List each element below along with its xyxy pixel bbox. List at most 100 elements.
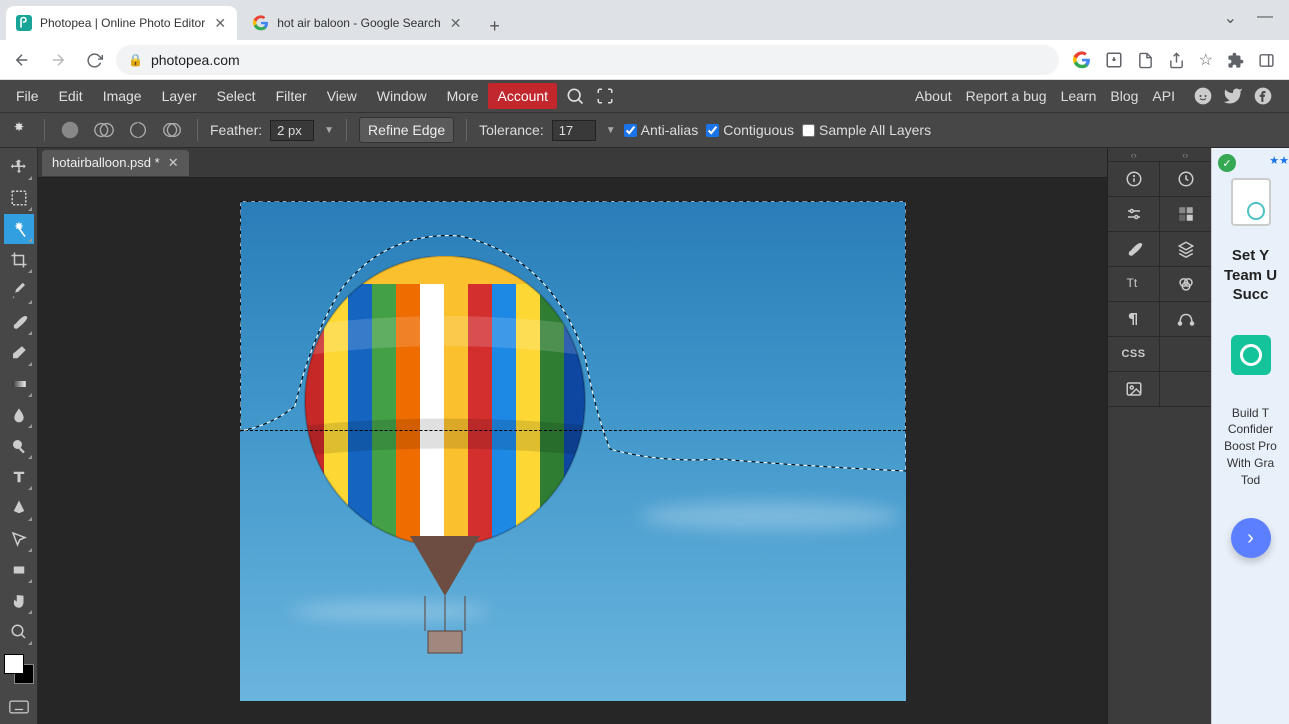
panel-collapse-icon[interactable]: ‹›	[1131, 150, 1137, 160]
google-icon[interactable]	[1073, 51, 1091, 69]
swatches-panel-icon[interactable]	[1159, 197, 1211, 231]
ad-logo-icon	[1231, 335, 1271, 375]
menu-edit[interactable]: Edit	[49, 82, 93, 110]
canvas[interactable]	[240, 201, 906, 701]
feather-input[interactable]	[270, 120, 314, 141]
close-icon[interactable]: ✕	[168, 155, 179, 171]
tab-google[interactable]: hot air baloon - Google Search ✕	[243, 6, 472, 40]
url-field[interactable]: 🔒 photopea.com	[116, 45, 1059, 75]
reload-button[interactable]	[80, 46, 108, 74]
fullscreen-icon[interactable]	[593, 84, 617, 108]
ad-check-icon: ✓	[1218, 154, 1236, 172]
blur-tool[interactable]	[4, 400, 34, 430]
menu-layer[interactable]: Layer	[152, 82, 207, 110]
brush-tool[interactable]	[4, 307, 34, 337]
document-tab-label: hotairballoon.psd *	[52, 155, 160, 170]
menu-file[interactable]: File	[6, 82, 49, 110]
paths-panel-icon[interactable]	[1159, 302, 1211, 336]
social-icons	[1193, 86, 1273, 106]
photopea-app: File Edit Image Layer Select Filter View…	[0, 80, 1289, 724]
foreground-color-swatch[interactable]	[4, 654, 24, 674]
account-button[interactable]: Account	[488, 83, 557, 109]
image-panel-icon[interactable]	[1108, 372, 1159, 406]
feather-dropdown-icon[interactable]: ▼	[324, 125, 334, 136]
back-button[interactable]	[8, 46, 36, 74]
brush-panel-icon[interactable]	[1108, 232, 1159, 266]
search-icon[interactable]	[563, 84, 587, 108]
move-tool[interactable]	[4, 152, 34, 182]
selection-new-icon[interactable]	[57, 117, 83, 143]
keyboard-icon[interactable]	[4, 692, 34, 722]
lock-icon: 🔒	[128, 53, 143, 67]
menu-image[interactable]: Image	[93, 82, 152, 110]
history-panel-icon[interactable]	[1159, 162, 1211, 196]
type-tool[interactable]	[4, 462, 34, 492]
close-icon[interactable]: ✕	[213, 16, 227, 30]
menu-select[interactable]: Select	[207, 82, 266, 110]
menu-window[interactable]: Window	[367, 82, 437, 110]
canvas-area[interactable]	[38, 178, 1107, 724]
menu-filter[interactable]: Filter	[266, 82, 317, 110]
link-report[interactable]: Report a bug	[966, 88, 1047, 104]
crop-tool[interactable]	[4, 245, 34, 275]
eraser-tool[interactable]	[4, 338, 34, 368]
install-icon[interactable]	[1105, 51, 1123, 69]
facebook-icon[interactable]	[1253, 86, 1273, 106]
extensions-icon[interactable]	[1227, 52, 1244, 69]
antialias-checkbox[interactable]: Anti-alias	[624, 122, 699, 138]
tolerance-input[interactable]	[552, 120, 596, 141]
ad-headline: Set Y Team U Succ	[1224, 246, 1277, 305]
menubar: File Edit Image Layer Select Filter View…	[0, 80, 1289, 112]
dodge-tool[interactable]	[4, 431, 34, 461]
file-icon[interactable]	[1137, 52, 1154, 69]
ad-panel: ✓ ★★ Set Y Team U Succ Build T Confider …	[1211, 148, 1289, 724]
sample-all-checkbox[interactable]: Sample All Layers	[802, 122, 931, 138]
selection-intersect-icon[interactable]	[159, 117, 185, 143]
panel-icon[interactable]	[1258, 52, 1275, 69]
eyedropper-tool[interactable]	[4, 276, 34, 306]
character-panel-icon[interactable]: Tt	[1108, 267, 1159, 301]
rectangle-tool[interactable]	[4, 555, 34, 585]
selection-add-icon[interactable]	[91, 117, 117, 143]
hand-tool[interactable]	[4, 586, 34, 616]
ad-cta-button[interactable]: ›	[1231, 518, 1271, 558]
link-blog[interactable]: Blog	[1110, 88, 1138, 104]
refine-edge-button[interactable]: Refine Edge	[359, 117, 454, 143]
close-icon[interactable]: ✕	[449, 16, 463, 30]
tool-wand-icon[interactable]	[6, 117, 32, 143]
color-swatches[interactable]	[4, 654, 34, 684]
paragraph-panel-icon[interactable]	[1108, 302, 1159, 336]
share-icon[interactable]	[1168, 52, 1185, 69]
marquee-tool[interactable]	[4, 183, 34, 213]
css-panel-icon[interactable]: CSS	[1108, 337, 1159, 371]
menu-more[interactable]: More	[437, 82, 489, 110]
selection-subtract-icon[interactable]	[125, 117, 151, 143]
tolerance-label: Tolerance:	[479, 122, 544, 138]
panel-collapse-icon[interactable]: ‹›	[1182, 150, 1188, 160]
contiguous-checkbox[interactable]: Contiguous	[706, 122, 794, 138]
twitter-icon[interactable]	[1223, 86, 1243, 106]
zoom-tool[interactable]	[4, 617, 34, 647]
adjustments-panel-icon[interactable]	[1108, 197, 1159, 231]
forward-button[interactable]	[44, 46, 72, 74]
browser-chrome: Photopea | Online Photo Editor ✕ hot air…	[0, 0, 1289, 80]
new-tab-button[interactable]: +	[481, 12, 509, 40]
magic-wand-tool[interactable]	[4, 214, 34, 244]
info-panel-icon[interactable]	[1108, 162, 1159, 196]
tolerance-dropdown-icon[interactable]: ▼	[606, 125, 616, 136]
channels-panel-icon[interactable]	[1159, 267, 1211, 301]
tab-photopea[interactable]: Photopea | Online Photo Editor ✕	[6, 6, 237, 40]
minimize-icon[interactable]: —	[1257, 8, 1273, 28]
menu-view[interactable]: View	[317, 82, 367, 110]
link-api[interactable]: API	[1152, 88, 1175, 104]
path-tool[interactable]	[4, 524, 34, 554]
pen-tool[interactable]	[4, 493, 34, 523]
gradient-tool[interactable]	[4, 369, 34, 399]
chevron-down-icon[interactable]: ⌄	[1224, 8, 1237, 28]
layers-panel-icon[interactable]	[1159, 232, 1211, 266]
star-icon[interactable]: ☆	[1199, 50, 1213, 70]
document-tab[interactable]: hotairballoon.psd * ✕	[42, 150, 189, 176]
reddit-icon[interactable]	[1193, 86, 1213, 106]
link-learn[interactable]: Learn	[1061, 88, 1097, 104]
link-about[interactable]: About	[915, 88, 952, 104]
